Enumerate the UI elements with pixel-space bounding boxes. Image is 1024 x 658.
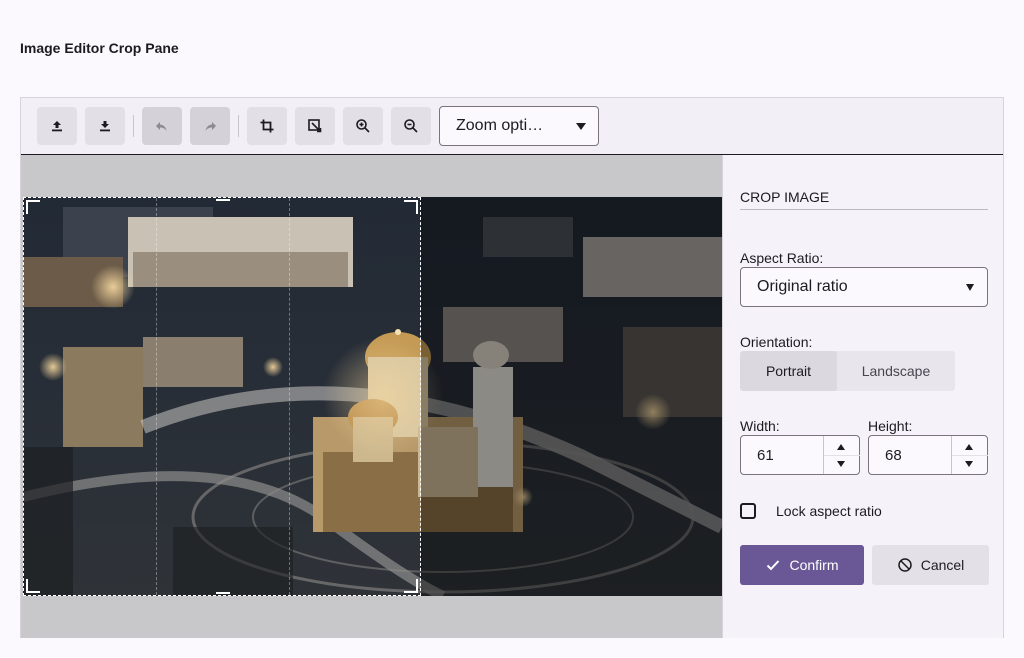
- crop-selection[interactable]: [23, 197, 421, 596]
- crop-handle-top-left[interactable]: [26, 200, 40, 214]
- undo-button[interactable]: [142, 107, 182, 145]
- undo-icon: [156, 122, 167, 131]
- block-icon: [897, 558, 912, 572]
- orientation-landscape-button[interactable]: Landscape: [837, 351, 955, 391]
- increment-icon[interactable]: [837, 444, 845, 450]
- crop-gridline: [156, 198, 157, 595]
- toolbar-separator: [133, 115, 134, 137]
- redo-button[interactable]: [190, 107, 230, 145]
- image-canvas[interactable]: [21, 155, 722, 638]
- download-button[interactable]: [85, 107, 125, 145]
- confirm-label: Confirm: [789, 557, 839, 573]
- height-label: Height:: [868, 418, 913, 434]
- image-editor: Zoom opti… CROP IMAGE Aspect Ratio: Orig…: [20, 97, 1004, 638]
- height-input[interactable]: 68: [868, 435, 988, 475]
- caret-down-icon: [576, 123, 586, 130]
- cancel-button[interactable]: Cancel: [872, 545, 989, 585]
- caret-down-icon: [966, 284, 974, 291]
- confirm-button[interactable]: Confirm: [740, 545, 864, 585]
- image-transform-icon: [308, 119, 322, 133]
- crop-handle-top-right[interactable]: [404, 200, 418, 214]
- zoom-out-icon: [404, 119, 418, 133]
- increment-icon[interactable]: [965, 444, 973, 450]
- crop-panel: CROP IMAGE Aspect Ratio: Original ratio …: [722, 155, 1003, 638]
- crop-icon: [260, 119, 274, 133]
- crop-handle-bottom-left[interactable]: [26, 579, 40, 593]
- zoom-in-button[interactable]: [343, 107, 383, 145]
- width-input[interactable]: 61: [740, 435, 860, 475]
- zoom-options-select[interactable]: Zoom opti…: [439, 106, 599, 146]
- aspect-ratio-value: Original ratio: [757, 278, 848, 295]
- crop-outside-overlay: [421, 197, 722, 596]
- decrement-icon[interactable]: [965, 461, 973, 467]
- check-icon: [767, 560, 780, 571]
- zoom-options-value: Zoom opti…: [456, 117, 544, 134]
- transform-button[interactable]: [295, 107, 335, 145]
- stepper-divider: [952, 455, 988, 456]
- height-value: 68: [885, 447, 902, 464]
- width-value: 61: [757, 447, 774, 464]
- orientation-portrait-button[interactable]: Portrait: [740, 351, 837, 391]
- aspect-ratio-label: Aspect Ratio:: [740, 250, 824, 266]
- upload-icon: [52, 121, 62, 132]
- zoom-in-icon: [356, 119, 370, 133]
- crop-handle-bottom-middle[interactable]: [216, 592, 230, 594]
- width-label: Width:: [740, 418, 780, 434]
- download-icon: [100, 121, 110, 132]
- height-stepper[interactable]: [951, 436, 988, 474]
- crop-handle-top-middle[interactable]: [216, 199, 230, 201]
- orientation-toggle: Portrait Landscape: [740, 351, 955, 391]
- aspect-ratio-select[interactable]: Original ratio: [740, 267, 988, 307]
- page-title: Image Editor Crop Pane: [20, 40, 179, 56]
- panel-title: CROP IMAGE: [740, 189, 988, 210]
- stepper-divider: [824, 455, 860, 456]
- cancel-label: Cancel: [920, 557, 965, 573]
- crop-button[interactable]: [247, 107, 287, 145]
- photo: [23, 197, 722, 596]
- crop-gridline: [289, 198, 290, 595]
- toolbar-separator: [238, 115, 239, 137]
- crop-handle-bottom-right[interactable]: [404, 579, 418, 593]
- lock-aspect-ratio-checkbox[interactable]: [740, 503, 756, 519]
- toolbar: Zoom opti…: [21, 98, 1003, 155]
- lock-aspect-ratio-label: Lock aspect ratio: [776, 503, 882, 519]
- width-stepper[interactable]: [823, 436, 860, 474]
- orientation-label: Orientation:: [740, 334, 813, 350]
- zoom-out-button[interactable]: [391, 107, 431, 145]
- upload-button[interactable]: [37, 107, 77, 145]
- decrement-icon[interactable]: [837, 461, 845, 467]
- redo-icon: [205, 122, 216, 131]
